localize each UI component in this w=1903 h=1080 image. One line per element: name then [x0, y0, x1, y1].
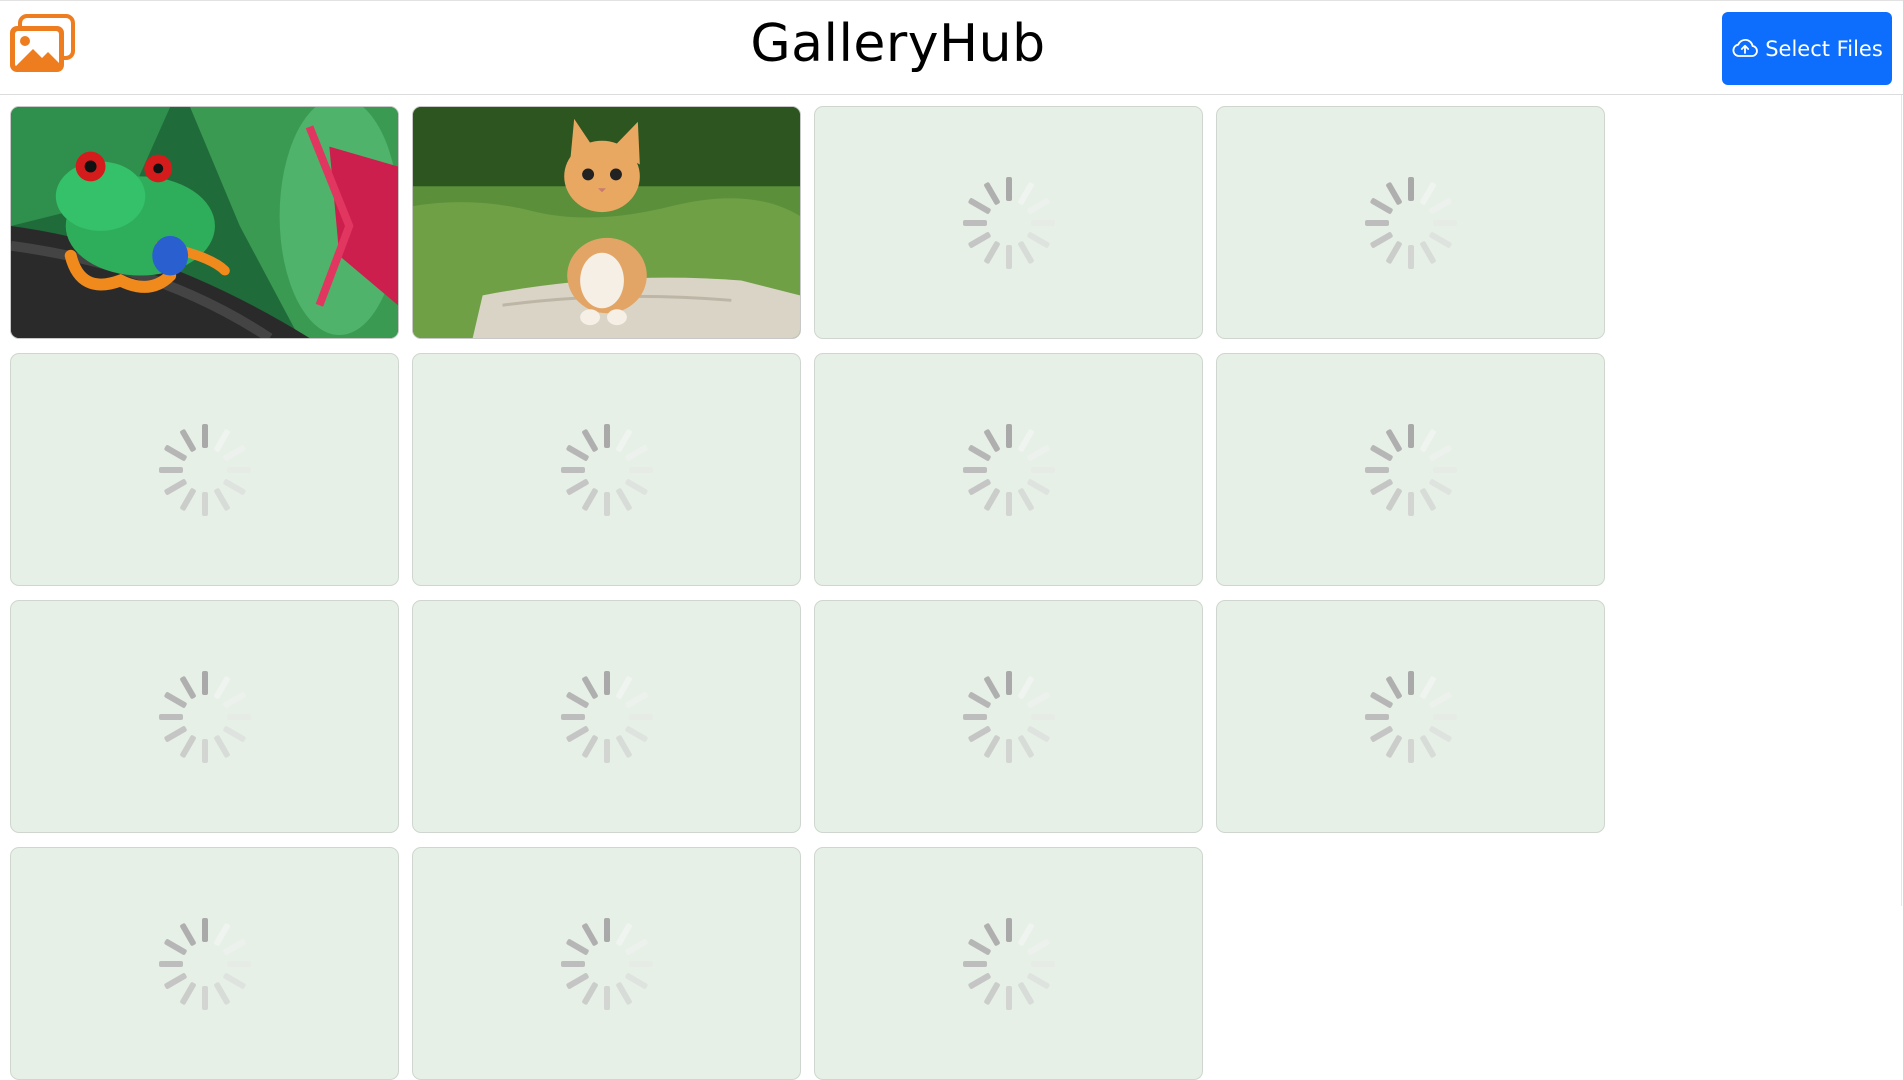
- select-files-button[interactable]: Select Files: [1722, 12, 1892, 85]
- gallery-tile[interactable]: [814, 847, 1203, 1080]
- loading-spinner-icon: [158, 423, 251, 516]
- loading-spinner-icon: [1364, 176, 1457, 269]
- loading-spinner-icon: [1364, 670, 1457, 763]
- gallery-tile[interactable]: [1216, 600, 1605, 833]
- loading-spinner-icon: [560, 670, 653, 763]
- loading-spinner-icon: [158, 917, 251, 1010]
- loading-spinner-icon: [560, 917, 653, 1010]
- select-files-label: Select Files: [1765, 36, 1883, 61]
- loading-spinner-icon: [158, 670, 251, 763]
- loading-spinner-icon: [560, 423, 653, 516]
- gallery-tile[interactable]: [412, 106, 801, 339]
- loading-spinner-icon: [962, 423, 1055, 516]
- gallery-tile[interactable]: [814, 106, 1203, 339]
- gallery-tile[interactable]: [814, 353, 1203, 586]
- gallery-tile[interactable]: [1216, 353, 1605, 586]
- gallery-tile[interactable]: [1216, 106, 1605, 339]
- page-title: GalleryHub: [750, 14, 1046, 74]
- loading-spinner-icon: [1364, 423, 1457, 516]
- loading-spinner-icon: [962, 176, 1055, 269]
- scrollbar-track[interactable]: [1901, 95, 1902, 906]
- loading-spinner-icon: [962, 917, 1055, 1010]
- kitten-photo: [413, 107, 800, 338]
- gallery-tile[interactable]: [10, 847, 399, 1080]
- frog-photo: [11, 107, 398, 338]
- gallery-tile[interactable]: [814, 600, 1203, 833]
- gallery-tile[interactable]: [412, 600, 801, 833]
- gallery-tile[interactable]: [412, 847, 801, 1080]
- loading-spinner-icon: [962, 670, 1055, 763]
- cloud-upload-icon: [1732, 38, 1759, 57]
- gallery-tile[interactable]: [10, 106, 399, 339]
- gallery-tile[interactable]: [412, 353, 801, 586]
- gallery-tile[interactable]: [10, 353, 399, 586]
- gallery-tile[interactable]: [10, 600, 399, 833]
- app-header: GalleryHub Select Files: [0, 0, 1903, 95]
